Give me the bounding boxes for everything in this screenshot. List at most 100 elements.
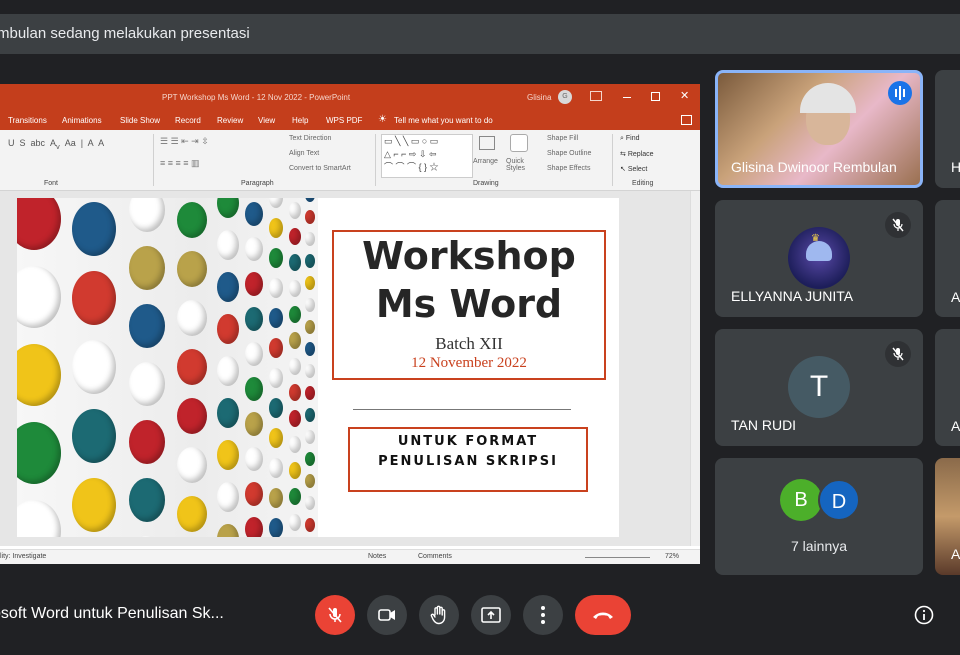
dot-hole xyxy=(269,488,283,508)
present-button[interactable] xyxy=(471,595,511,635)
presentation-banner: mbulan sedang melakukan presentasi xyxy=(0,14,960,54)
quick-styles-icon xyxy=(510,134,528,152)
font-controls: U S abc Av Aa | A A xyxy=(8,138,105,151)
dot-hole xyxy=(269,458,283,478)
dot-hole xyxy=(289,514,301,531)
dot-hole xyxy=(305,452,315,466)
partial-name-2: A xyxy=(951,289,960,305)
ribbon: U S abc Av Aa | A A Font ☰ ☰ ⇤ ⇥ ⇳ ≡ ≡ ≡… xyxy=(0,130,700,191)
dot-hole xyxy=(72,478,116,532)
partial-name-3: A xyxy=(951,418,960,434)
leave-call-button[interactable] xyxy=(575,595,631,635)
tan-rudi-avatar: T xyxy=(788,356,850,418)
select-cmd: ↖ Select xyxy=(620,166,648,173)
dot-hole xyxy=(217,398,239,428)
dot-hole xyxy=(177,496,207,532)
align-icons: ≡ ≡ ≡ ≡ ▥ xyxy=(160,158,200,168)
dot-hole xyxy=(177,349,207,385)
raise-hand-button[interactable] xyxy=(419,595,459,635)
dot-hole xyxy=(269,198,283,208)
speaking-indicator xyxy=(888,81,912,105)
dot-hole xyxy=(245,482,263,506)
find-cmd: ⌕ Find xyxy=(620,135,640,142)
more-options-button[interactable] xyxy=(523,595,563,635)
dot-hole xyxy=(305,430,315,444)
dot-hole xyxy=(269,218,283,238)
select-label: Select xyxy=(627,166,648,173)
others-tile[interactable]: B D 7 lainnya xyxy=(715,458,923,575)
maximize-icon xyxy=(651,92,660,101)
comment-icon xyxy=(681,115,692,125)
dot-hole xyxy=(289,436,301,453)
dot-hole xyxy=(217,314,239,344)
dot-hole xyxy=(72,340,116,394)
dot-hole xyxy=(217,356,239,386)
participant-tile-tan-rudi[interactable]: T TAN RUDI xyxy=(715,329,923,446)
dot-hole xyxy=(289,306,301,323)
speaker-hijab xyxy=(800,83,856,113)
dot-hole xyxy=(17,198,61,250)
dot-hole xyxy=(245,202,263,226)
participant-tile-ellyanna[interactable]: ♛ ELLYANNA JUNITA xyxy=(715,200,923,317)
ellyanna-avatar: ♛ xyxy=(788,227,850,289)
partial-name-1: H xyxy=(951,159,960,175)
slide-title-line2: Ms Word xyxy=(375,282,563,326)
lightbulb-icon: ☀ xyxy=(378,114,387,125)
notes-button: Notes xyxy=(368,553,387,560)
dot-hole xyxy=(17,266,61,328)
subtitle-line2: PENULISAN SKRIPSI xyxy=(378,454,558,469)
speaker-tile[interactable]: Glisina Dwinoor Rembulan xyxy=(715,70,923,188)
dot-hole xyxy=(245,272,263,296)
convert-smartart-cmd: Convert to SmartArt xyxy=(289,165,351,172)
dot-hole xyxy=(129,198,165,232)
replace-label: Replace xyxy=(627,151,654,158)
accessibility-status: lity: Investigate xyxy=(0,553,47,560)
align-text-cmd: Align Text xyxy=(289,150,320,157)
dot-hole xyxy=(289,462,301,479)
dot-hole xyxy=(289,228,301,245)
dot-hole xyxy=(305,320,315,334)
dot-hole xyxy=(129,536,165,537)
dot-hole xyxy=(17,500,61,537)
list-icons: ☰ ☰ ⇤ ⇥ ⇳ xyxy=(160,136,209,146)
dot-hole xyxy=(177,300,207,336)
find-label: Find xyxy=(625,135,640,142)
shapes-gallery: ▭ ╲ ╲ ▭ ○ ▭ △ ⌐ ⌐ ⇨ ⇩ ⇦ ⌒ ⌒ ⌒ { } ☆ xyxy=(381,134,473,178)
arrange-icon xyxy=(479,136,495,150)
dot-hole xyxy=(269,518,283,537)
partial-tile-3[interactable]: A xyxy=(935,329,960,446)
dot-hole xyxy=(177,202,207,238)
dot-hole xyxy=(269,428,283,448)
dot-hole xyxy=(305,386,315,400)
partial-tile-2[interactable]: A xyxy=(935,200,960,317)
mic-off-icon xyxy=(885,341,911,367)
dot-hole xyxy=(305,298,315,312)
mic-button[interactable] xyxy=(315,595,355,635)
dot-hole xyxy=(245,447,263,471)
user-avatar: G xyxy=(558,90,572,104)
group-drawing: Drawing xyxy=(473,180,499,187)
slide: Workshop Ms Word Batch XII 12 November 2… xyxy=(17,198,619,537)
tab-review: Review xyxy=(217,116,244,125)
dot-hole xyxy=(305,276,315,290)
subtitle-box: UNTUK FORMAT PENULISAN SKRIPSI xyxy=(348,427,588,492)
meeting-details-button[interactable] xyxy=(914,605,934,625)
partial-tile-4[interactable]: A xyxy=(935,458,960,575)
dot-hole xyxy=(305,342,315,356)
partial-tile-1[interactable]: H xyxy=(935,70,960,188)
present-screen-icon xyxy=(481,607,501,623)
dot-hole xyxy=(217,440,239,470)
dot-hole xyxy=(177,251,207,287)
dot-hole xyxy=(245,307,263,331)
slide-date: 12 November 2022 xyxy=(411,355,527,371)
group-font: Font xyxy=(44,180,59,187)
camera-button[interactable] xyxy=(367,595,407,635)
dot-hole xyxy=(305,364,315,378)
avatar-b: B xyxy=(780,479,822,521)
dot-hole xyxy=(129,420,165,464)
replace-cmd: ⇆ Replace xyxy=(620,151,654,158)
minimize-icon xyxy=(623,97,631,98)
dot-hole xyxy=(289,202,301,219)
crown-icon: ♛ xyxy=(811,233,820,244)
dot-hole xyxy=(289,488,301,505)
